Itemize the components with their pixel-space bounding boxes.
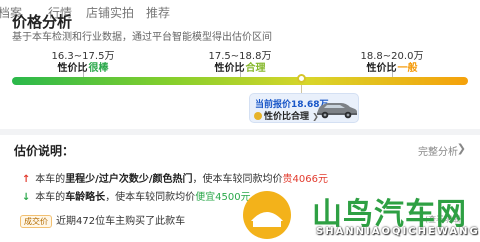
reason-highlight: 里程少/过户次数少/颜色热门	[65, 174, 193, 185]
tab-photos[interactable]: 实拍	[110, 4, 134, 21]
watermark-subtext: SHANNIAOQICHEWANG	[316, 226, 480, 237]
reason-text: 本车的	[35, 192, 66, 203]
tier-value: 很棒	[88, 63, 109, 74]
deal-info: 成交价 近期472位车主购买了此款车	[20, 212, 185, 228]
reason-text: ，使本车较同款均价	[105, 192, 196, 203]
section-divider	[0, 129, 480, 135]
arrow-up-icon: ↑	[22, 174, 31, 185]
price-gradient-bar	[12, 77, 468, 85]
current-tier: 性价比合理 ❯	[254, 109, 319, 122]
reason-text: 本车的	[35, 174, 66, 185]
car-image	[317, 103, 357, 119]
reason-value: 贵4066元	[282, 174, 328, 185]
deal-text: 近期472位车主购买了此款车	[56, 216, 186, 227]
analysis-title: 估价说明：	[14, 144, 75, 158]
full-analysis-link[interactable]: 完整分析	[418, 143, 458, 158]
tab-store[interactable]: 店铺	[86, 4, 110, 21]
tier-value: 一般	[397, 63, 418, 74]
current-tier-label: 性价比合理	[264, 112, 310, 122]
tier-dot-icon	[254, 112, 262, 120]
tier-value: 合理	[245, 63, 266, 74]
watermark-logo	[243, 191, 291, 239]
reason-text: ，使本车较同款均价	[192, 174, 283, 185]
page-subtitle: 基于本车检测和行业数据，通过平台智能模型得出估价区间	[12, 32, 272, 43]
price-marker-line	[301, 85, 302, 93]
reason-highlight: 车龄略长	[65, 192, 106, 203]
chevron-right-icon[interactable]: ❯	[457, 142, 466, 155]
current-price-card[interactable]: 当前报价18.68万 性价比合理 ❯	[249, 93, 359, 123]
price-marker	[297, 74, 306, 83]
deal-badge: 成交价	[20, 215, 52, 228]
reason-item: ↑ 本车的里程少/过户次数少/颜色热门，使本车较同款均价贵4066元	[22, 170, 328, 185]
arrow-down-icon: ↓	[22, 192, 31, 203]
reason-item: ↓ 本车的车龄略长，使本车较同款均价便宜4500元	[22, 188, 251, 203]
tab-recommend[interactable]: 推荐	[146, 4, 170, 21]
